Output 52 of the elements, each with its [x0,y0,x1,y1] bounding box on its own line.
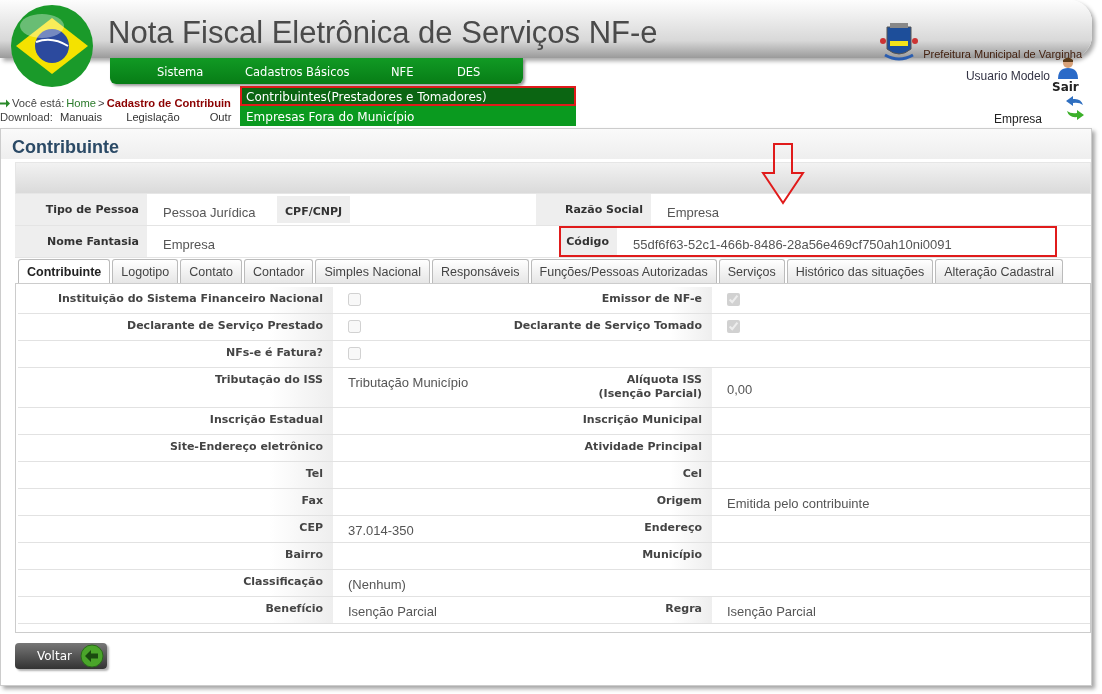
switch-arrows-icon[interactable] [1065,96,1085,120]
field-value: Emitida pelo contribuinte [727,496,870,511]
menu-item[interactable]: Cadastros Básicos [245,64,350,82]
field-value: Empresa [666,204,720,222]
download-link[interactable]: Outr [209,109,232,126]
back-button[interactable]: Voltar [15,643,107,669]
field-value: Isenção Parcial [727,604,816,619]
dropdown-item[interactable]: Empresas Fora do Município [240,106,576,126]
field-value: 55df6f63-52c1-466b-8486-28a56e469cf750ah10ni0091 [632,236,952,254]
tab[interactable]: Contribuinte [18,259,111,283]
tab[interactable]: Contador [244,259,314,283]
field-value: Isenção Parcial [348,604,437,619]
breadcrumb-current: Cadastro de Contribuin [106,96,231,111]
field-value: Empresa [162,236,217,254]
page-title: Contribuinte [1,129,1091,159]
logout-link[interactable]: Sair [1052,78,1079,96]
field-label: Razão Social [536,194,651,225]
field-label: CPF/CNPJ [277,196,351,223]
breadcrumb-label: Você está: [12,96,65,111]
breadcrumb-link[interactable]: Home [66,95,97,112]
tab[interactable]: Logotipo [112,259,179,283]
app-title: Nota Fiscal Eletrônica de Serviços NF-e [108,14,658,52]
company-name: Empresa [993,111,1042,128]
tab[interactable]: Contato [180,259,243,283]
emblem-icon [879,20,920,63]
download-link[interactable]: Manuais [59,109,103,126]
field-value: Pessoa Jurídica [162,204,257,222]
arrow-icon [0,98,10,108]
field-value: 37.014-350 [348,523,414,538]
dropdown-item[interactable]: Contribuintes(Prestadores e Tomadores) [240,86,576,106]
field-label: Código [561,228,617,255]
download-label: Download: [0,110,53,125]
municipality-name: Prefeitura Municipal de Varginha [923,47,1082,62]
breadcrumb-separator: > [98,96,105,111]
menu-item[interactable]: DES [457,64,481,82]
tab[interactable]: Serviços [718,259,785,283]
tab[interactable]: Histórico das situações [786,259,934,283]
field-label: Nome Fantasia [15,226,147,257]
down-arrow-icon [761,143,805,205]
field-value: Tributação Município [348,375,469,390]
tab[interactable]: Funções/Pessoas Autorizadas [530,259,717,283]
tab[interactable]: Alteração Cadastral [935,259,1063,283]
tab[interactable]: Responsáveis [432,259,529,283]
user-name: Usuario Modelo [965,68,1050,85]
logo-icon [10,4,94,88]
field-label: Tipo de Pessoa [15,194,147,225]
field-value: (Nenhum) [348,577,406,592]
menu-item[interactable]: NFE [391,64,414,82]
field-value: 0,00 [727,382,753,397]
menu-item[interactable]: Sistema [157,64,204,82]
tab[interactable]: Simples Nacional [315,259,431,283]
download-link[interactable]: Legislação [126,109,180,126]
